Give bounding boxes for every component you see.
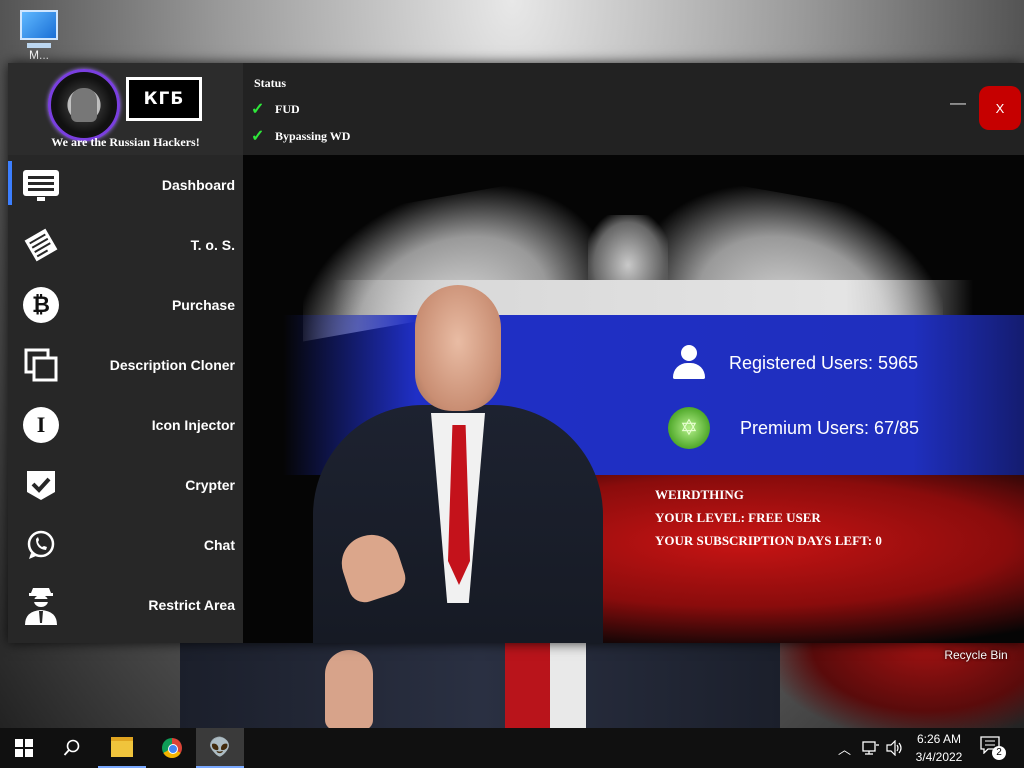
sidebar-item-label: Restrict Area [148, 597, 235, 613]
dashboard-panel: Registered Users: 5965 ✡ Premium Users: … [243, 155, 1024, 643]
sidebar-item-crypter[interactable]: Crypter [8, 455, 243, 515]
title-bar: Status ✓ FUD ✓ Bypassing WD — X [243, 63, 1024, 155]
crypter-app-window: КГБ We are the Russian Hackers! Status ✓… [8, 63, 1024, 643]
subscription-days-label: YOUR SUBSCRIPTION DAYS LEFT: 0 [655, 533, 882, 548]
background-person-image [313, 285, 603, 643]
agent-icon [22, 586, 60, 625]
status-item-fud: ✓ FUD [251, 99, 300, 119]
checkmark-icon: ✓ [251, 101, 265, 118]
user-level-label: YOUR LEVEL: FREE USER [655, 510, 821, 525]
sidebar-item-label: Dashboard [161, 177, 235, 193]
notification-count-badge: 2 [992, 746, 1006, 760]
username-label: WEIRDTHING [655, 487, 744, 502]
start-button[interactable] [0, 728, 48, 768]
desktop-icon-this-pc[interactable]: M... [14, 10, 64, 62]
search-button[interactable] [48, 728, 96, 768]
logo-panel: КГБ We are the Russian Hackers! [8, 63, 243, 155]
volume-button[interactable] [886, 728, 904, 768]
sidebar-item-label: T. o. S. [190, 237, 235, 253]
taskbar-crypter-app[interactable]: 👽 [196, 728, 244, 768]
taskbar-chrome[interactable] [148, 728, 196, 768]
status-item-bypassing-wd: ✓ Bypassing WD [251, 126, 350, 146]
info-cursor-icon: I [22, 406, 60, 444]
sidebar-item-dashboard[interactable]: Dashboard [8, 155, 243, 215]
windows-icon [15, 739, 33, 757]
desktop-icon-label: Recycle Bin [944, 648, 1008, 662]
bitcoin-icon: ₿ [22, 286, 60, 324]
minimize-button[interactable]: — [947, 93, 969, 115]
desktop-icon-label: M... [29, 48, 49, 62]
status-title: Status [254, 76, 287, 90]
status-label: Bypassing WD [275, 128, 351, 143]
speaker-icon [886, 740, 902, 756]
sidebar-item-label: Crypter [185, 477, 235, 493]
sidebar-item-tos[interactable]: T. o. S. [8, 215, 243, 275]
registered-users-stat: Registered Users: 5965 [671, 345, 918, 381]
sidebar-item-label: Icon Injector [151, 417, 235, 433]
network-icon [862, 741, 879, 755]
sidebar-item-description-cloner[interactable]: Description Cloner [8, 335, 243, 395]
folder-icon [111, 737, 133, 757]
document-icon [22, 226, 60, 264]
system-clock[interactable]: 6:26 AM 3/4/2022 [912, 730, 966, 766]
kgb-crypter-logo [48, 69, 120, 141]
sidebar-item-chat[interactable]: Chat [8, 515, 243, 575]
sidebar-item-restrict-area[interactable]: Restrict Area [8, 575, 243, 635]
copy-icon [22, 346, 60, 384]
sidebar-item-icon-injector[interactable]: I Icon Injector [8, 395, 243, 455]
registered-users-text: Registered Users: 5965 [729, 352, 919, 373]
premium-star-icon: ✡ [668, 407, 710, 449]
kgb-badge: КГБ [126, 77, 202, 121]
sidebar: Dashboard T. o. S. ₿ Purchase Descriptio… [8, 155, 243, 643]
chrome-icon [162, 738, 182, 758]
sidebar-item-label: Purchase [171, 297, 235, 313]
alien-icon: 👽 [208, 736, 232, 757]
clock-date: 3/4/2022 [915, 750, 963, 764]
user-icon [671, 345, 707, 381]
whatsapp-icon [22, 526, 60, 564]
sidebar-item-purchase[interactable]: ₿ Purchase [8, 275, 243, 335]
show-hidden-icons-button[interactable]: ︿ [838, 728, 851, 768]
close-button[interactable]: X [979, 86, 1021, 130]
chevron-up-icon: ︿ [838, 741, 852, 757]
search-icon [63, 739, 80, 756]
clock-time: 6:26 AM [916, 732, 962, 746]
taskbar-file-explorer[interactable] [98, 728, 146, 768]
slogan: We are the Russian Hackers! [51, 135, 200, 149]
taskbar: 👽 ︿ 6:26 AM 3/4/2022 2 [0, 728, 1024, 768]
shield-check-icon [22, 466, 60, 504]
sidebar-item-label: Chat [203, 537, 235, 553]
checkmark-icon: ✓ [251, 128, 265, 145]
network-button[interactable] [862, 728, 880, 768]
computer-icon [20, 10, 58, 40]
premium-users-stat: ✡ Premium Users: 67/85 [668, 407, 919, 449]
sidebar-item-label: Description Cloner [109, 357, 235, 373]
action-center-button[interactable]: 2 [980, 736, 1006, 760]
status-label: FUD [275, 101, 300, 116]
dashboard-icon [22, 166, 60, 204]
premium-users-text: Premium Users: 67/85 [740, 417, 920, 438]
